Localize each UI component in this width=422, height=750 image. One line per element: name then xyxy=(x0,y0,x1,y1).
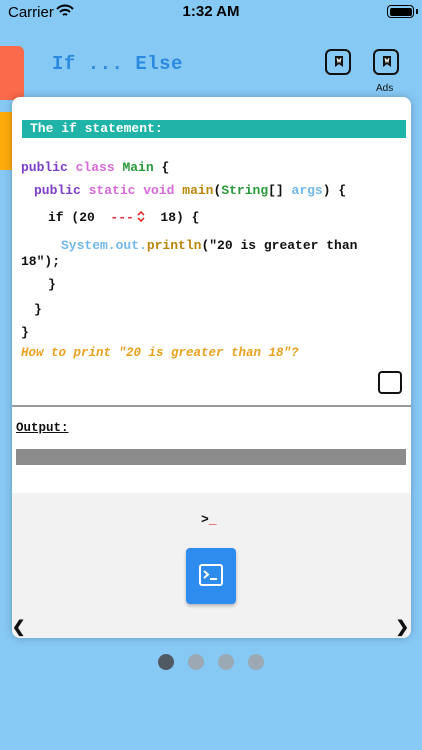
prev-arrow[interactable]: ❮ xyxy=(12,617,25,637)
run-button[interactable] xyxy=(186,548,236,604)
page-dot-2[interactable] xyxy=(188,654,204,670)
code-line-8: } xyxy=(21,325,29,340)
page-dot-3[interactable] xyxy=(218,654,234,670)
console-area: >_ ❮ ❯ xyxy=(12,493,411,638)
answer-checkbox[interactable] xyxy=(378,371,402,394)
code-line-3: if (20 --- 18) { xyxy=(48,210,200,225)
output-label: Output: xyxy=(16,421,69,435)
bookmark-button[interactable] xyxy=(325,49,351,75)
question-text: How to print "20 is greater than 18"? xyxy=(21,346,299,360)
lesson-card: The if statement: public class Main { pu… xyxy=(12,97,411,638)
page-title: If ... Else xyxy=(52,53,183,75)
divider xyxy=(12,405,411,407)
ads-bookmark-button[interactable] xyxy=(373,49,399,75)
battery-icon xyxy=(387,5,414,18)
code-line-5: 18"); xyxy=(21,254,61,269)
code-line-6: } xyxy=(48,277,56,292)
page-dot-1[interactable] xyxy=(158,654,174,670)
bookmark-icon xyxy=(383,56,391,67)
status-bar: Carrier 1:32 AM xyxy=(0,0,422,26)
answer-blank[interactable]: --- xyxy=(110,210,133,225)
code-line-2: public static void main(String[] args) { xyxy=(34,183,347,198)
output-field xyxy=(16,449,406,465)
terminal-icon xyxy=(199,564,223,586)
next-arrow[interactable]: ❯ xyxy=(396,617,409,637)
page-indicator xyxy=(158,654,266,670)
page-dot-4[interactable] xyxy=(248,654,264,670)
battery-cap xyxy=(416,9,418,14)
selector-chevron-icon[interactable] xyxy=(134,210,145,225)
console-prompt: >_ xyxy=(201,512,217,527)
code-line-7: } xyxy=(34,302,42,317)
section-title: The if statement: xyxy=(22,120,406,138)
clock: 1:32 AM xyxy=(182,3,240,20)
side-tab-red[interactable] xyxy=(0,46,24,100)
code-line-1: public class Main { xyxy=(21,160,170,175)
ads-label: Ads xyxy=(376,83,394,94)
bookmark-icon xyxy=(335,56,343,67)
code-line-4: System.out.println("20 is greater than xyxy=(61,238,358,253)
